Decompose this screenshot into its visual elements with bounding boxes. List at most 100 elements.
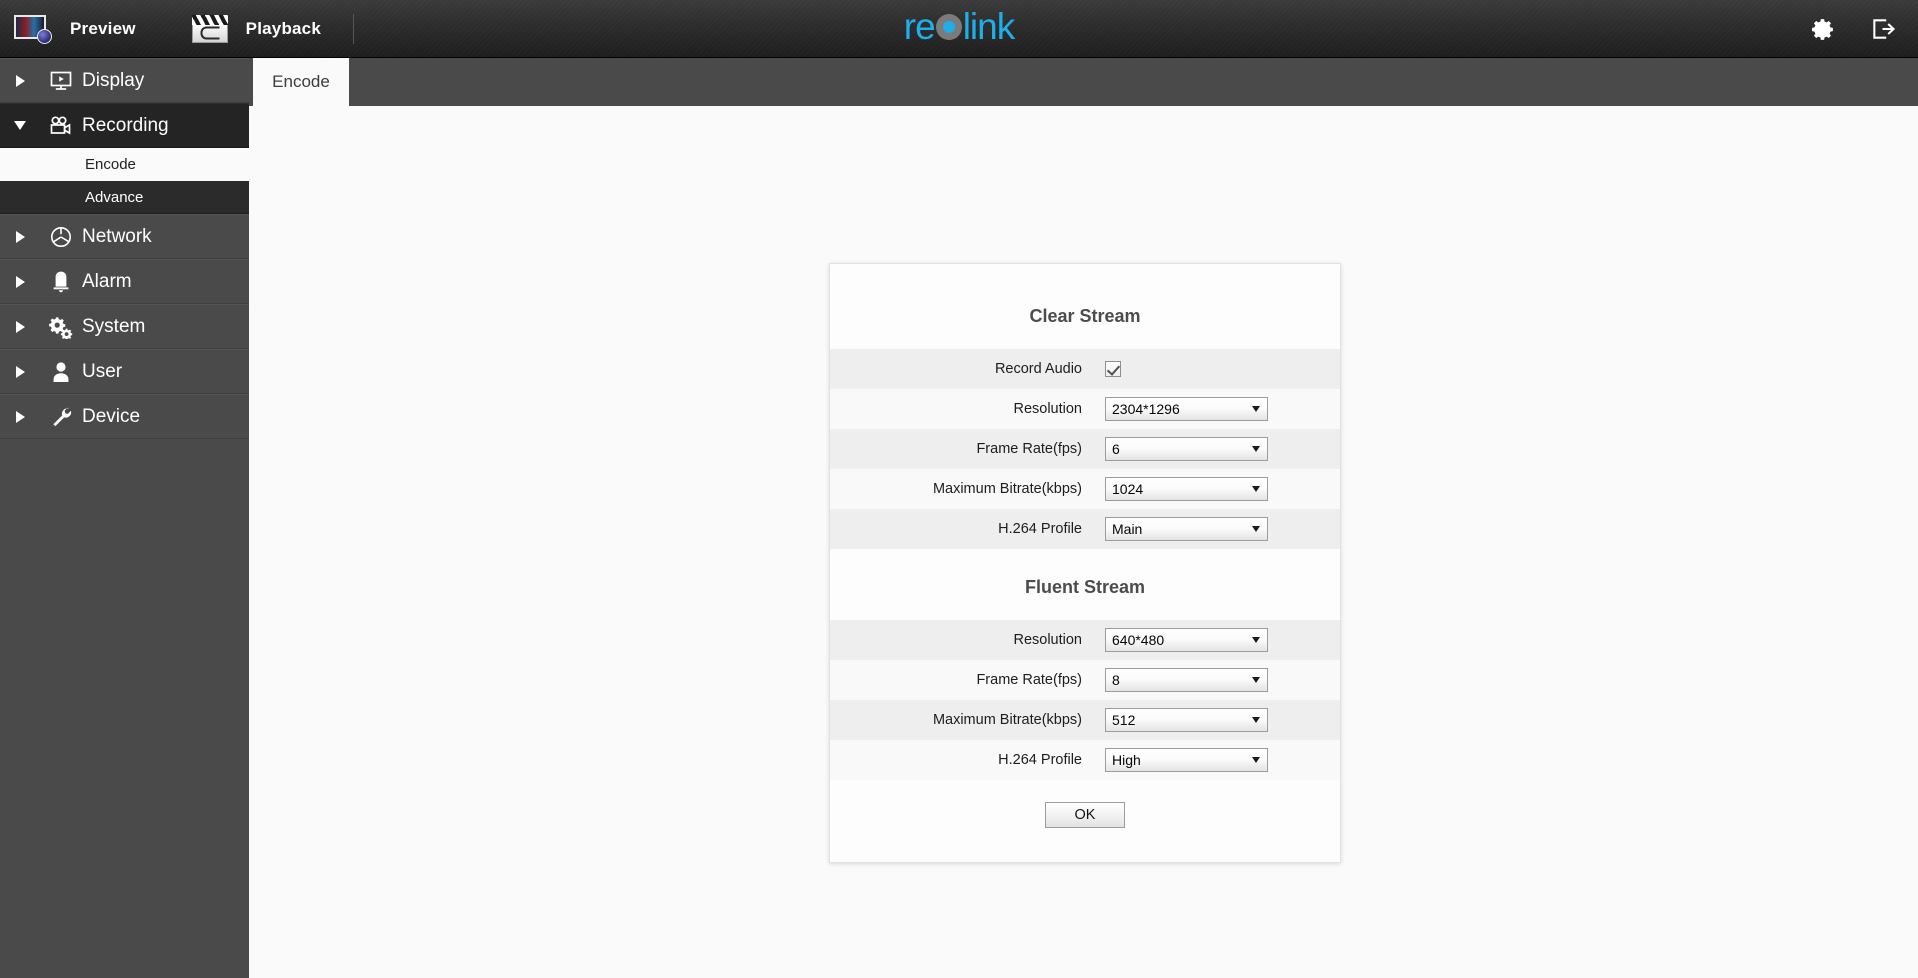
chevron-down-icon — [1252, 406, 1260, 412]
chevron-right-icon — [0, 275, 40, 288]
clear-resolution-select[interactable]: 2304*1296 — [1105, 397, 1268, 421]
sidebar-item-user[interactable]: User — [0, 349, 249, 394]
section-title-fluent-stream: Fluent Stream — [830, 549, 1340, 620]
clear-framerate-value: 6 — [1112, 441, 1120, 457]
sidebar-subitem-advance-label: Advance — [85, 188, 144, 206]
row-clear-bitrate-label: Maximum Bitrate(kbps) — [932, 481, 1082, 497]
dialog-top-spacer — [830, 264, 1340, 278]
sidebar-item-recording-label: Recording — [82, 114, 169, 136]
sidebar-item-system[interactable]: System — [0, 304, 249, 349]
row-fluent-resolution: Resolution 640*480 — [830, 620, 1340, 660]
wrench-icon — [40, 405, 82, 429]
fluent-bitrate-value: 512 — [1112, 712, 1136, 728]
monitor-icon — [40, 70, 82, 92]
nav-playback[interactable]: Playback — [178, 0, 335, 58]
clear-resolution-value: 2304*1296 — [1112, 401, 1180, 417]
record-audio-checkbox[interactable] — [1105, 361, 1121, 377]
row-fluent-profile: H.264 Profile High — [830, 740, 1340, 780]
row-fluent-framerate: Frame Rate(fps) 8 — [830, 660, 1340, 700]
topbar-right-icons — [1810, 0, 1896, 58]
camcorder-icon — [40, 115, 82, 137]
tab-encode-label: Encode — [272, 72, 330, 91]
nav-playback-label: Playback — [245, 18, 321, 38]
chevron-down-icon — [1252, 717, 1260, 723]
chevron-down-icon — [1252, 637, 1260, 643]
row-record-audio-label: Record Audio — [994, 361, 1082, 377]
sidebar-subitem-encode[interactable]: Encode — [0, 148, 249, 181]
sidebar-item-display-label: Display — [82, 69, 145, 91]
fluent-framerate-value: 8 — [1112, 672, 1120, 688]
gear-icon[interactable] — [1810, 16, 1836, 42]
gears-icon — [40, 315, 82, 339]
bell-icon — [40, 270, 82, 294]
ok-button[interactable]: OK — [1045, 802, 1125, 828]
encode-settings-dialog: Clear Stream Record Audio Resolution 230… — [829, 263, 1341, 863]
fluent-bitrate-select[interactable]: 512 — [1105, 708, 1268, 732]
nav-preview-label: Preview — [70, 18, 136, 38]
row-fluent-bitrate: Maximum Bitrate(kbps) 512 — [830, 700, 1340, 740]
dialog-footer: OK — [830, 780, 1340, 862]
row-clear-profile-label: H.264 Profile — [998, 521, 1082, 537]
row-fluent-profile-label: H.264 Profile — [998, 752, 1082, 768]
section-title-clear-stream: Clear Stream — [830, 278, 1340, 349]
sidebar-item-network-label: Network — [82, 225, 152, 247]
chevron-right-icon — [0, 230, 40, 243]
chevron-down-icon — [1252, 526, 1260, 532]
row-clear-resolution: Resolution 2304*1296 — [830, 389, 1340, 429]
logout-icon[interactable] — [1870, 16, 1896, 42]
chevron-right-icon — [0, 74, 40, 87]
nav-divider — [353, 13, 354, 44]
clapperboard-icon — [191, 14, 228, 43]
row-clear-framerate: Frame Rate(fps) 6 — [830, 429, 1340, 469]
row-record-audio: Record Audio — [830, 349, 1340, 389]
row-fluent-framerate-label: Frame Rate(fps) — [976, 672, 1082, 688]
sidebar-item-alarm[interactable]: Alarm — [0, 259, 249, 304]
row-fluent-bitrate-label: Maximum Bitrate(kbps) — [932, 712, 1082, 728]
tab-bar: Encode — [249, 58, 1918, 106]
main-content: Clear Stream Record Audio Resolution 230… — [249, 106, 1918, 978]
sidebar-item-recording[interactable]: Recording — [0, 103, 249, 148]
row-fluent-resolution-label: Resolution — [1013, 632, 1082, 648]
clear-framerate-select[interactable]: 6 — [1105, 437, 1268, 461]
clear-profile-value: Main — [1112, 521, 1143, 537]
sidebar: Display Recording Encode Advance Network — [0, 58, 249, 978]
fluent-framerate-select[interactable]: 8 — [1105, 668, 1268, 692]
sidebar-subitem-advance[interactable]: Advance — [0, 181, 249, 214]
camera-lens-icon — [935, 13, 962, 40]
clear-profile-select[interactable]: Main — [1105, 517, 1268, 541]
nav-preview[interactable]: Preview — [0, 0, 150, 58]
person-icon — [40, 360, 82, 384]
chevron-right-icon — [0, 320, 40, 333]
chevron-down-icon — [1252, 446, 1260, 452]
ok-button-label: OK — [1074, 807, 1096, 823]
sidebar-item-device-label: Device — [82, 405, 141, 427]
sidebar-item-display[interactable]: Display — [0, 58, 249, 103]
row-clear-resolution-label: Resolution — [1013, 401, 1082, 417]
chevron-right-icon — [0, 365, 40, 378]
fluent-resolution-select[interactable]: 640*480 — [1105, 628, 1268, 652]
sidebar-subitem-encode-label: Encode — [85, 156, 136, 173]
brand-text-post: link — [962, 6, 1016, 47]
brand-text-pre: re — [903, 6, 936, 47]
sidebar-item-device[interactable]: Device — [0, 394, 249, 439]
clear-bitrate-select[interactable]: 1024 — [1105, 477, 1268, 501]
top-navigation-bar: Preview Playback re link — [0, 0, 1918, 58]
sidebar-item-network[interactable]: Network — [0, 214, 249, 259]
chevron-down-icon — [0, 121, 40, 130]
sidebar-item-user-label: User — [82, 360, 123, 382]
row-clear-framerate-label: Frame Rate(fps) — [976, 441, 1082, 457]
chevron-down-icon — [1252, 757, 1260, 763]
tab-encode[interactable]: Encode — [253, 58, 349, 106]
fluent-profile-select[interactable]: High — [1105, 748, 1268, 772]
globe-icon — [40, 225, 82, 249]
row-clear-profile: H.264 Profile Main — [830, 509, 1340, 549]
row-clear-bitrate: Maximum Bitrate(kbps) 1024 — [830, 469, 1340, 509]
fluent-profile-value: High — [1112, 752, 1141, 768]
clear-bitrate-value: 1024 — [1112, 481, 1144, 497]
preview-monitor-icon — [14, 14, 52, 44]
chevron-right-icon — [0, 410, 40, 423]
sidebar-item-system-label: System — [82, 315, 146, 337]
fluent-resolution-value: 640*480 — [1112, 632, 1165, 648]
sidebar-item-alarm-label: Alarm — [82, 270, 132, 292]
chevron-down-icon — [1252, 486, 1260, 492]
